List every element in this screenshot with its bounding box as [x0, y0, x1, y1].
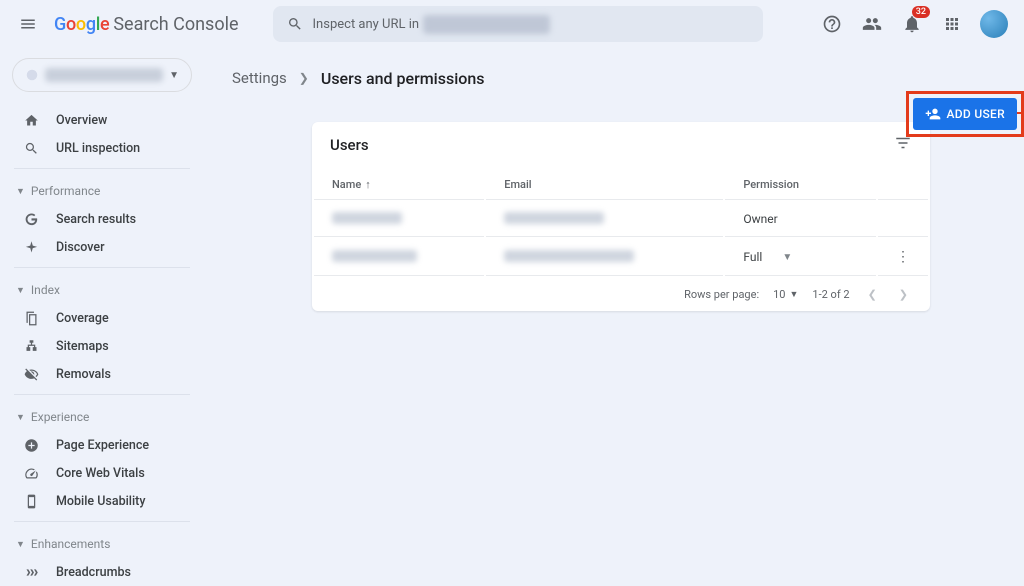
caret-down-icon: ▼	[16, 539, 25, 550]
sitemap-icon	[22, 339, 40, 354]
add-user-button[interactable]: ADD USER	[913, 98, 1017, 130]
rows-per-page-selector[interactable]: 10 ▼	[773, 288, 798, 301]
url-search-bar[interactable]: Inspect any URL in xxxxxxxxxxxxxxx	[273, 6, 763, 42]
next-page-button[interactable]: ❯	[895, 288, 912, 301]
people-button[interactable]	[860, 12, 884, 36]
sidebar-section-experience[interactable]: ▼Experience	[0, 403, 200, 431]
breadcrumb-parent[interactable]: Settings	[232, 69, 287, 87]
apps-grid-icon	[943, 15, 961, 33]
permission-dropdown[interactable]: Full ▼	[743, 250, 858, 264]
people-icon	[862, 14, 882, 34]
spark-icon	[22, 240, 40, 255]
breadcrumb: Settings ❯ Users and permissions	[232, 58, 996, 98]
user-email-blurred: xxx	[504, 250, 634, 262]
prev-page-button[interactable]: ❮	[864, 288, 881, 301]
user-name-blurred: xxx	[332, 212, 402, 224]
column-header-email[interactable]: Email	[486, 170, 723, 200]
column-header-permission[interactable]: Permission	[725, 170, 876, 200]
table-row: xxx xxx Owner	[314, 202, 928, 237]
sidebar-item-label: Discover	[56, 240, 105, 255]
product-name: Search Console	[113, 14, 238, 35]
home-icon	[22, 113, 40, 128]
globe-icon	[25, 68, 39, 82]
annotation-highlight-box: ADD USER	[906, 91, 1024, 137]
sidebar-item-coverage[interactable]: Coverage	[0, 304, 200, 332]
chevron-down-icon: ▼	[782, 252, 792, 263]
product-logo: Google Search Console	[54, 14, 239, 35]
sidebar-item-overview[interactable]: Overview	[0, 106, 200, 134]
sidebar: xxxxxxxxxxxxxx ▼ Overview URL inspection…	[0, 48, 200, 553]
sidebar-item-label: Breadcrumbs	[56, 565, 131, 580]
row-menu-button[interactable]: ⋮	[896, 249, 910, 265]
users-table: Name↑ Email Permission xxx xxx Owner xxx…	[312, 168, 930, 278]
main-content: Settings ❯ Users and permissions ADD USE…	[200, 48, 1024, 311]
add-user-label: ADD USER	[947, 107, 1005, 121]
sidebar-item-label: Overview	[56, 113, 107, 128]
sidebar-item-core-web-vitals[interactable]: Core Web Vitals	[0, 459, 200, 487]
table-footer: Rows per page: 10 ▼ 1-2 of 2 ❮ ❯	[312, 278, 930, 311]
chevron-right-icon: ❯	[299, 71, 309, 85]
caret-down-icon: ▼	[16, 412, 25, 423]
hamburger-menu-button[interactable]	[16, 12, 40, 36]
google-g-icon	[22, 212, 40, 227]
sidebar-section-index[interactable]: ▼Index	[0, 276, 200, 304]
chevron-down-icon: ▼	[789, 289, 798, 300]
sidebar-section-performance[interactable]: ▼Performance	[0, 177, 200, 205]
sort-asc-icon: ↑	[365, 178, 371, 191]
users-card: Users Name↑ Email Permission xxx xxx Own…	[312, 122, 930, 311]
pages-icon	[22, 311, 40, 326]
sidebar-item-url-inspection[interactable]: URL inspection	[0, 134, 200, 162]
apps-button[interactable]	[940, 12, 964, 36]
sidebar-item-label: Page Experience	[56, 438, 149, 453]
sidebar-item-label: Removals	[56, 367, 111, 382]
account-avatar[interactable]	[980, 10, 1008, 38]
sidebar-item-label: Core Web Vitals	[56, 466, 145, 481]
caret-down-icon: ▼	[16, 285, 25, 296]
phone-icon	[22, 494, 40, 509]
permission-cell: Owner	[725, 202, 876, 237]
sidebar-item-label: URL inspection	[56, 141, 140, 156]
notification-badge: 32	[912, 6, 930, 18]
pagination-range: 1-2 of 2	[812, 288, 849, 301]
card-title: Users	[330, 136, 894, 154]
sidebar-item-sitemaps[interactable]: Sitemaps	[0, 332, 200, 360]
sidebar-item-label: Mobile Usability	[56, 494, 145, 509]
help-button[interactable]	[820, 12, 844, 36]
sidebar-item-label: Sitemaps	[56, 339, 109, 354]
notifications-button[interactable]: 32	[900, 12, 924, 36]
filter-button[interactable]	[894, 134, 912, 156]
sidebar-item-breadcrumbs[interactable]: Breadcrumbs	[0, 558, 200, 586]
sidebar-item-discover[interactable]: Discover	[0, 233, 200, 261]
table-row: xxx xxx Full ▼ ⋮	[314, 239, 928, 276]
search-icon	[22, 141, 40, 156]
help-icon	[822, 14, 842, 34]
plus-circle-icon	[22, 438, 40, 453]
search-property-blurred: xxxxxxxxxxxxxxx	[423, 15, 550, 34]
user-name-blurred: xxx	[332, 250, 417, 262]
search-placeholder-text: Inspect any URL in	[313, 17, 420, 32]
person-add-icon	[925, 106, 941, 122]
sidebar-item-removals[interactable]: Removals	[0, 360, 200, 388]
sidebar-item-search-results[interactable]: Search results	[0, 205, 200, 233]
chevron-down-icon: ▼	[169, 70, 179, 81]
caret-down-icon: ▼	[16, 186, 25, 197]
sidebar-item-mobile-usability[interactable]: Mobile Usability	[0, 487, 200, 515]
column-header-name[interactable]: Name↑	[314, 170, 484, 200]
user-email-blurred: xxx	[504, 212, 604, 224]
speed-icon	[22, 466, 40, 481]
visibility-off-icon	[22, 367, 40, 382]
sidebar-item-label: Coverage	[56, 311, 109, 326]
sidebar-section-enhancements[interactable]: ▼Enhancements	[0, 530, 200, 558]
sidebar-item-label: Search results	[56, 212, 136, 227]
page-title: Users and permissions	[321, 69, 485, 88]
breadcrumbs-icon	[22, 565, 40, 580]
sidebar-item-page-experience[interactable]: Page Experience	[0, 431, 200, 459]
search-icon	[287, 16, 303, 32]
rows-per-page-label: Rows per page:	[684, 288, 759, 301]
property-selector[interactable]: xxxxxxxxxxxxxx ▼	[12, 58, 192, 92]
